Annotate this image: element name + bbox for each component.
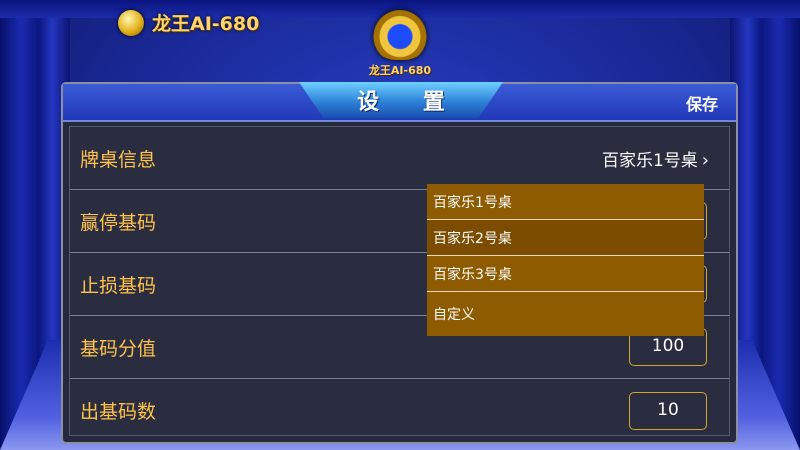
dropdown-option[interactable]: 百家乐1号桌 xyxy=(427,184,704,220)
base-count-input[interactable]: 10 xyxy=(629,391,707,430)
row-label: 出基码数 xyxy=(80,401,157,423)
dropdown-option[interactable]: 自定义 xyxy=(427,292,704,336)
row-label: 赢停基码 xyxy=(80,211,157,234)
dropdown-option[interactable]: 百家乐3号桌 xyxy=(427,256,704,292)
dragon-coin-icon xyxy=(118,9,144,36)
brand-name: 龙王AI-680 xyxy=(152,13,260,35)
page-title: 设 置 xyxy=(357,90,463,115)
center-logo: 龙王AI-680 xyxy=(367,8,433,78)
dropdown-option[interactable]: 百家乐2号桌 xyxy=(427,220,704,256)
table-dropdown: 百家乐1号桌 百家乐2号桌 百家乐3号桌 自定义 xyxy=(427,184,704,336)
row-label: 牌桌信息 xyxy=(80,148,157,171)
save-button[interactable]: 保存 xyxy=(686,91,718,115)
dragon-emblem-icon xyxy=(370,8,430,60)
row-table-info[interactable]: 牌桌信息 百家乐1号桌 › xyxy=(70,127,729,190)
logo-caption: 龙王AI-680 xyxy=(368,64,432,77)
table-select-value[interactable]: 百家乐1号桌 › xyxy=(602,146,709,171)
row-base-count: 出基码数 10 xyxy=(70,379,729,442)
chevron-right-icon: › xyxy=(701,149,709,171)
table-select-text: 百家乐1号桌 xyxy=(601,150,698,171)
row-label: 基码分值 xyxy=(80,337,157,360)
app-brand: 龙王AI-680 xyxy=(118,9,259,36)
row-label: 止损基码 xyxy=(80,274,157,297)
title-tab: 设 置 xyxy=(299,82,503,118)
